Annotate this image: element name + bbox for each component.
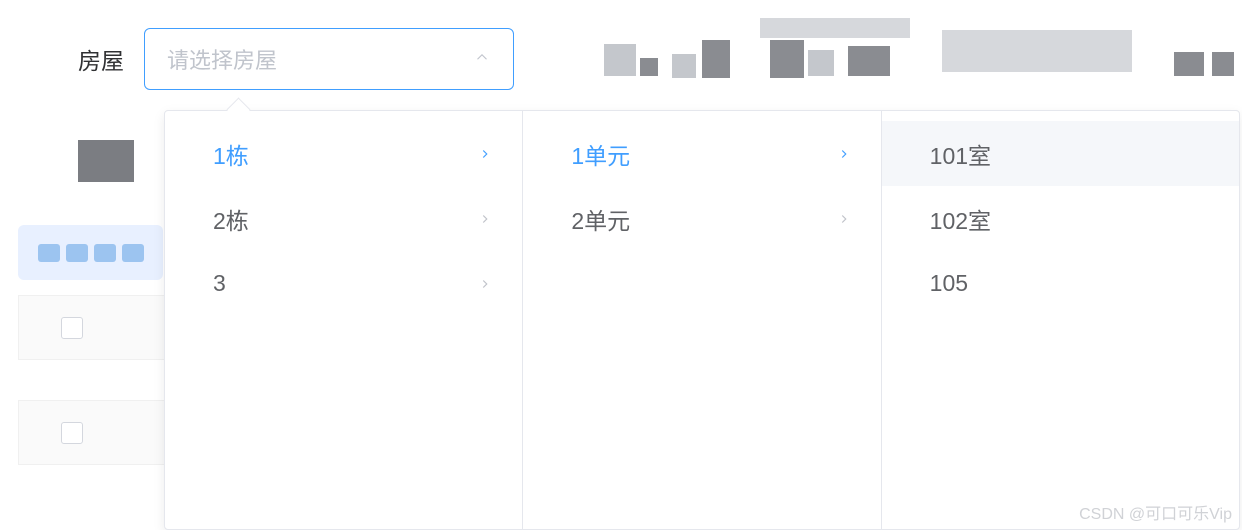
list-row (18, 400, 168, 465)
select-placeholder: 请选择房屋 (167, 43, 277, 75)
cascader-item-label: 1单元 (571, 137, 630, 171)
cascader-item[interactable]: 102室 (882, 186, 1239, 251)
checkbox[interactable] (61, 422, 83, 444)
list-row (18, 295, 168, 360)
chevron-right-icon (478, 140, 492, 167)
cascader-dropdown: 1栋 2栋 3 1单元 2单元 101室 102室 105 (164, 110, 1240, 530)
obscured-block (78, 140, 134, 182)
chevron-right-icon (837, 205, 851, 232)
cascader-item-label: 2栋 (213, 202, 249, 236)
tag-row (18, 225, 163, 280)
cascader-item[interactable]: 1单元 (523, 121, 880, 186)
cascader-item[interactable]: 2单元 (523, 186, 880, 251)
cascader-column: 101室 102室 105 (882, 111, 1239, 529)
cascader-item[interactable]: 3 (165, 251, 522, 316)
cascader-item-label: 101室 (930, 137, 991, 171)
cascader-column: 1栋 2栋 3 (165, 111, 523, 529)
chevron-right-icon (478, 270, 492, 297)
cascader-item[interactable]: 101室 (882, 121, 1239, 186)
cascader-column: 1单元 2单元 (523, 111, 881, 529)
chevron-right-icon (478, 205, 492, 232)
cascader-item[interactable]: 105 (882, 251, 1239, 316)
chevron-up-icon (473, 48, 491, 71)
cascader-item[interactable]: 2栋 (165, 186, 522, 251)
watermark: CSDN @可口可乐Vip (1079, 500, 1232, 524)
chevron-right-icon (837, 140, 851, 167)
field-label: 房屋 (78, 42, 124, 76)
cascader-item[interactable]: 1栋 (165, 121, 522, 186)
checkbox[interactable] (61, 317, 83, 339)
cascader-item-label: 105 (930, 270, 968, 297)
cascader-item-label: 3 (213, 270, 226, 297)
cascader-item-label: 102室 (930, 202, 991, 236)
house-select[interactable]: 请选择房屋 (144, 28, 514, 90)
cascader-item-label: 2单元 (571, 202, 630, 236)
cascader-item-label: 1栋 (213, 137, 249, 171)
